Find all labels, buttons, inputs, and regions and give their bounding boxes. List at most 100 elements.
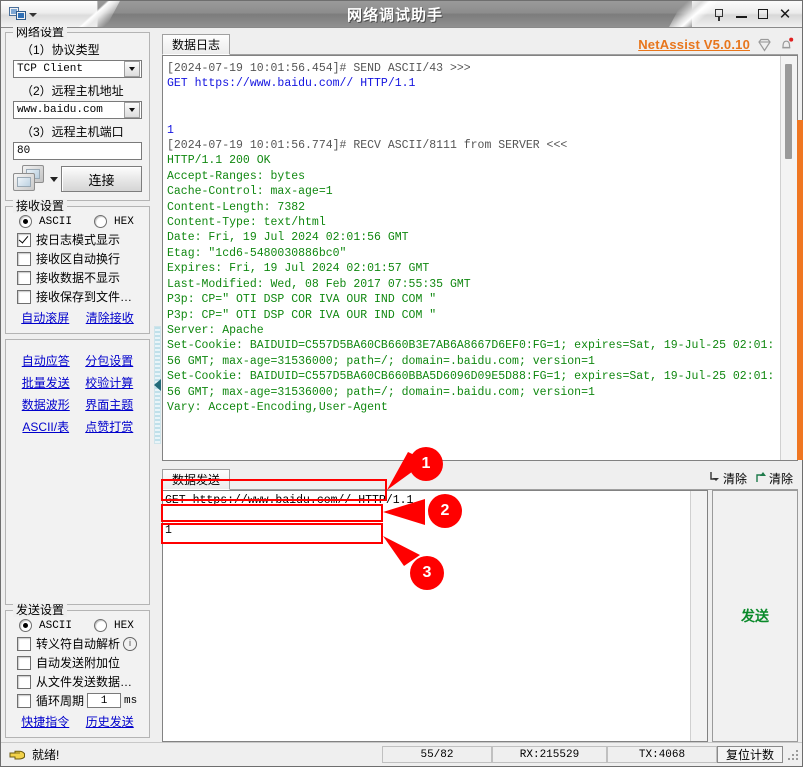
send-from-file-checkbox[interactable] <box>17 675 31 689</box>
log-lines: [2024-07-19 10:01:56.454]# SEND ASCII/43… <box>163 56 780 460</box>
maximize-icon <box>758 9 768 19</box>
tab-data-log[interactable]: 数据日志 <box>162 34 230 55</box>
application-window: 网络调试助手 ✕ 网络设置 （1）协议类型 T <box>0 0 803 767</box>
log-line: Set-Cookie: BAIDUID=C557D5BA60CB660B3E7A… <box>167 338 776 369</box>
send-option-append-bits[interactable]: 自动发送附加位 <box>17 654 142 671</box>
append-bits-checkbox[interactable] <box>17 656 31 670</box>
cycle-period-checkbox[interactable] <box>17 694 31 708</box>
send-ascii-radio[interactable] <box>19 619 32 632</box>
log-line: Expires: Fri, 19 Jul 2024 02:01:57 GMT <box>167 261 776 276</box>
ascii-table-link[interactable]: ASCII/表 <box>22 418 69 435</box>
quick-command-link[interactable]: 快捷指令 <box>21 713 69 730</box>
panel-splitter[interactable] <box>153 28 162 742</box>
log-line <box>167 92 776 107</box>
log-scrollbar-thumb[interactable] <box>785 64 792 159</box>
info-icon[interactable]: i <box>123 637 137 651</box>
send-vertical-scrollbar[interactable] <box>690 491 707 741</box>
chevron-left-icon[interactable] <box>154 379 161 391</box>
splitter-grip[interactable] <box>154 326 161 444</box>
log-line: 1 <box>167 123 776 138</box>
checksum-calc-link[interactable]: 校验计算 <box>85 374 133 391</box>
diamond-icon[interactable] <box>757 38 772 52</box>
receive-ascii-label: ASCII <box>39 216 72 228</box>
resize-grip[interactable] <box>786 748 800 762</box>
pin-button[interactable] <box>708 3 730 25</box>
donate-link[interactable]: 点赞打赏 <box>85 418 133 435</box>
clear-send-button-label: 清除 <box>769 470 793 487</box>
title-bar: 网络调试助手 ✕ <box>1 1 802 28</box>
save-file-checkbox[interactable] <box>17 290 31 304</box>
receive-ascii-radio[interactable] <box>19 215 32 228</box>
reset-counter-button[interactable]: 复位计数 <box>717 746 783 763</box>
protocol-dropdown-arrow[interactable] <box>124 61 140 77</box>
save-file-label: 接收保存到文件… <box>36 288 132 305</box>
right-column: 数据日志 NetAssist V5.0.10 [2024-07-19 10:01… <box>162 28 802 742</box>
protocol-type-select[interactable]: TCP Client <box>13 60 142 78</box>
batch-send-link[interactable]: 批量发送 <box>22 374 70 391</box>
tab-data-send[interactable]: 数据发送 <box>162 469 230 490</box>
title-bar-center: 网络调试助手 <box>98 1 692 27</box>
log-line: Server: Apache <box>167 323 776 338</box>
send-settings-legend: 发送设置 <box>13 603 67 617</box>
status-ready-text: 就绪! <box>32 746 59 763</box>
send-hex-label: HEX <box>114 620 134 632</box>
chevron-down-icon[interactable] <box>29 13 37 17</box>
send-textarea[interactable]: GET https://www.baidu.com// HTTP/1.1 1 <box>162 490 708 742</box>
packet-settings-link[interactable]: 分包设置 <box>85 352 133 369</box>
receive-format-radios: ASCII HEX <box>19 215 142 228</box>
auto-scroll-link[interactable]: 自动滚屏 <box>21 309 69 326</box>
auto-wrap-checkbox[interactable] <box>17 252 31 266</box>
clear-receive-button[interactable]: 清除 <box>706 470 749 487</box>
status-cell-counts: 55/82 <box>382 746 492 763</box>
send-button[interactable]: 发送 <box>712 490 798 742</box>
send-hex-radio[interactable] <box>94 619 107 632</box>
escape-parse-checkbox[interactable] <box>17 637 31 651</box>
escape-parse-label: 转义符自动解析 <box>36 635 120 652</box>
brand-area: NetAssist V5.0.10 <box>230 37 798 54</box>
receive-option-save-file[interactable]: 接收保存到文件… <box>17 288 142 305</box>
cycle-period-label: 循环周期 <box>36 692 84 709</box>
receive-option-hide-data[interactable]: 接收数据不显示 <box>17 269 142 286</box>
log-line: Set-Cookie: BAIDUID=C557D5BA60CB660BBA5D… <box>167 369 776 400</box>
minimize-button[interactable] <box>730 3 752 25</box>
close-button[interactable]: ✕ <box>774 3 796 25</box>
receive-hex-radio[interactable] <box>94 215 107 228</box>
log-line: Vary: Accept-Encoding,User-Agent <box>167 400 776 415</box>
log-textarea[interactable]: [2024-07-19 10:01:56.454]# SEND ASCII/43… <box>162 55 798 461</box>
clear-receive-link[interactable]: 清除接收 <box>86 309 134 326</box>
protocol-type-label: （1）协议类型 <box>21 41 142 58</box>
log-line: Etag: "1cd6-5480030886bc0" <box>167 246 776 261</box>
maximize-button[interactable] <box>752 3 774 25</box>
data-waveform-link[interactable]: 数据波形 <box>22 396 70 413</box>
log-line: P3p: CP=" OTI DSP COR IVA OUR IND COM " <box>167 308 776 323</box>
send-from-file-label: 从文件发送数据… <box>36 673 132 690</box>
receive-option-log-mode[interactable]: 按日志模式显示 <box>17 231 142 248</box>
ui-theme-link[interactable]: 界面主题 <box>85 396 133 413</box>
auto-reply-link[interactable]: 自动应答 <box>22 352 70 369</box>
log-mode-checkbox[interactable] <box>17 233 31 247</box>
cycle-period-input[interactable]: 1 <box>87 693 121 708</box>
notification-bell-icon[interactable] <box>779 37 794 52</box>
hide-data-checkbox[interactable] <box>17 271 31 285</box>
remote-host-select[interactable]: www.baidu.com <box>13 101 142 119</box>
send-ascii-label: ASCII <box>39 620 72 632</box>
send-settings-group: 发送设置 ASCII HEX 转义符自动解析 i 自动发送附加位 <box>5 610 150 738</box>
receive-option-auto-wrap[interactable]: 接收区自动换行 <box>17 250 142 267</box>
send-line-3: 1 <box>165 523 688 538</box>
function-links-group: 自动应答 分包设置 批量发送 校验计算 数据波形 界面主题 ASCII/表 点赞… <box>5 339 150 605</box>
clear-receive-button-label: 清除 <box>723 470 747 487</box>
clear-send-button[interactable]: 清除 <box>752 470 795 487</box>
host-dropdown-arrow[interactable] <box>124 102 140 118</box>
send-option-escape[interactable]: 转义符自动解析 i <box>17 635 142 652</box>
send-option-cycle[interactable]: 循环周期 1 ms <box>17 692 142 709</box>
title-bar-app-menu[interactable] <box>1 1 98 27</box>
remote-port-input[interactable]: 80 <box>13 142 142 160</box>
send-history-link[interactable]: 历史发送 <box>86 713 134 730</box>
connect-button[interactable]: 连接 <box>61 166 142 192</box>
connect-options-chevron-icon[interactable] <box>50 177 58 182</box>
receive-settings-legend: 接收设置 <box>13 199 67 213</box>
pin-icon <box>712 7 727 22</box>
send-option-from-file[interactable]: 从文件发送数据… <box>17 673 142 690</box>
netassist-brand-link[interactable]: NetAssist V5.0.10 <box>638 37 750 52</box>
log-vertical-scrollbar[interactable] <box>780 56 797 460</box>
